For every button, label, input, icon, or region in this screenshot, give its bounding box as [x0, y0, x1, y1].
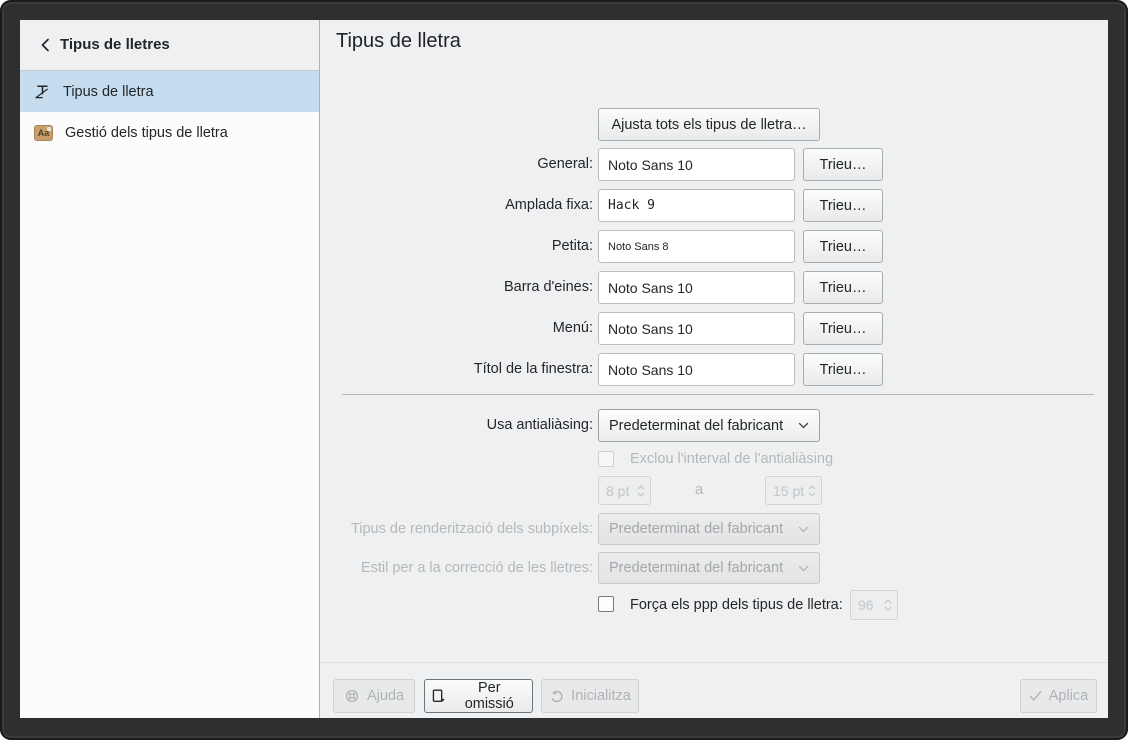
- font-row-label: Amplada fixa:: [320, 189, 593, 222]
- sidebar-item-fonts[interactable]: Tipus de lletra: [20, 71, 319, 112]
- font-row-label: Títol de la finestra:: [320, 353, 593, 386]
- antialias-dropdown-value: Predeterminat del fabricant: [609, 418, 783, 434]
- force-dpi-label: Força els ppp dels tipus de lletra:: [630, 590, 843, 620]
- check-icon: [1029, 690, 1042, 702]
- system-settings-window: Tipus de lletres Tipus de lletra Aa Gest…: [20, 20, 1108, 718]
- font-row: Menú:Noto Sans 10Trieu…: [320, 312, 1108, 345]
- footer-divider: [320, 662, 1108, 663]
- choose-font-button[interactable]: Trieu…: [803, 148, 883, 181]
- font-row: Petita:Noto Sans 8Trieu…: [320, 230, 1108, 263]
- reset-button: Inicialitza: [541, 679, 639, 713]
- subpixel-dropdown-value: Predeterminat del fabricant: [609, 521, 783, 537]
- section-divider: [342, 394, 1094, 395]
- screenshot: Tipus de lletres Tipus de lletra Aa Gest…: [0, 0, 1128, 740]
- apply-button-label: Aplica: [1049, 688, 1089, 704]
- sidebar-item-label: Tipus de lletra: [63, 84, 154, 100]
- spinner-arrows-icon: [637, 485, 645, 497]
- spinner-arrows-icon: [884, 599, 892, 611]
- hinting-dropdown-value: Predeterminat del fabricant: [609, 560, 783, 576]
- choose-font-button[interactable]: Trieu…: [803, 230, 883, 263]
- undo-icon: [549, 689, 564, 704]
- choose-font-button[interactable]: Trieu…: [803, 189, 883, 222]
- chevron-down-icon: [798, 526, 809, 533]
- font-value-field[interactable]: Noto Sans 10: [598, 148, 795, 181]
- help-lifebuoy-icon: [344, 688, 360, 704]
- sidebar-header: Tipus de lletres: [20, 20, 319, 71]
- force-dpi-spinner: 96: [850, 590, 898, 620]
- range-to-value: 15 pt: [773, 483, 804, 499]
- defaults-document-icon: [431, 688, 446, 704]
- font-row: Amplada fixa:Hack 9Trieu…: [320, 189, 1108, 222]
- spinner-arrows-icon: [808, 485, 816, 497]
- font-icon: [34, 83, 51, 100]
- apply-button: Aplica: [1020, 679, 1097, 713]
- chevron-down-icon: [798, 565, 809, 572]
- font-management-icon: Aa: [34, 125, 53, 141]
- font-value-field[interactable]: Noto Sans 10: [598, 353, 795, 386]
- font-row-label: Barra d'eines:: [320, 271, 593, 304]
- range-from-value: 8 pt: [606, 483, 629, 499]
- force-dpi-checkbox[interactable]: [598, 596, 614, 612]
- antialias-range-from-spinner: 8 pt: [598, 476, 651, 505]
- font-row: Barra d'eines:Noto Sans 10Trieu…: [320, 271, 1108, 304]
- force-dpi-value: 96: [858, 597, 874, 613]
- exclude-range-label: Exclou l'interval de l'antialiàsing: [630, 451, 833, 468]
- reset-button-label: Inicialitza: [571, 688, 631, 704]
- antialias-label: Usa antialiàsing:: [320, 409, 593, 442]
- back-button[interactable]: [34, 34, 56, 56]
- choose-font-button[interactable]: Trieu…: [803, 271, 883, 304]
- font-row-label: Menú:: [320, 312, 593, 345]
- antialias-range-to-spinner: 15 pt: [765, 476, 822, 505]
- hinting-label: Estil per a la correcció de les lletres:: [320, 552, 593, 584]
- font-value-field[interactable]: Noto Sans 8: [598, 230, 795, 263]
- main-panel: Tipus de lletra Ajusta tots els tipus de…: [320, 20, 1108, 718]
- subpixel-dropdown: Predeterminat del fabricant: [598, 513, 820, 545]
- font-row: General:Noto Sans 10Trieu…: [320, 148, 1108, 181]
- choose-font-button[interactable]: Trieu…: [803, 353, 883, 386]
- font-value-field[interactable]: Hack 9: [598, 189, 795, 222]
- font-value-field[interactable]: Noto Sans 10: [598, 271, 795, 304]
- adjust-all-fonts-button[interactable]: Ajusta tots els tipus de lletra…: [598, 108, 820, 141]
- defaults-button[interactable]: Per omissió: [424, 679, 533, 713]
- sidebar-title: Tipus de lletres: [60, 20, 170, 70]
- font-value-field[interactable]: Noto Sans 10: [598, 312, 795, 345]
- subpixel-label: Tipus de renderització dels subpíxels:: [320, 513, 593, 545]
- font-row-label: General:: [320, 148, 593, 181]
- sidebar: Tipus de lletres Tipus de lletra Aa Gest…: [20, 20, 320, 718]
- choose-font-button[interactable]: Trieu…: [803, 312, 883, 345]
- help-button: Ajuda: [333, 679, 415, 713]
- sidebar-item-font-management[interactable]: Aa Gestió dels tipus de lletra: [20, 112, 319, 153]
- antialias-dropdown[interactable]: Predeterminat del fabricant: [598, 409, 820, 442]
- help-button-label: Ajuda: [367, 688, 404, 704]
- chevron-left-icon: [40, 37, 51, 53]
- font-row-label: Petita:: [320, 230, 593, 263]
- range-separator-label: a: [695, 476, 703, 505]
- defaults-button-label: Per omissió: [453, 680, 526, 712]
- hinting-dropdown: Predeterminat del fabricant: [598, 552, 820, 584]
- sidebar-item-label: Gestió dels tipus de lletra: [65, 125, 228, 141]
- exclude-range-checkbox: [598, 451, 614, 467]
- chevron-down-icon: [798, 422, 809, 429]
- page-title: Tipus de lletra: [336, 30, 461, 53]
- font-row: Títol de la finestra:Noto Sans 10Trieu…: [320, 353, 1108, 386]
